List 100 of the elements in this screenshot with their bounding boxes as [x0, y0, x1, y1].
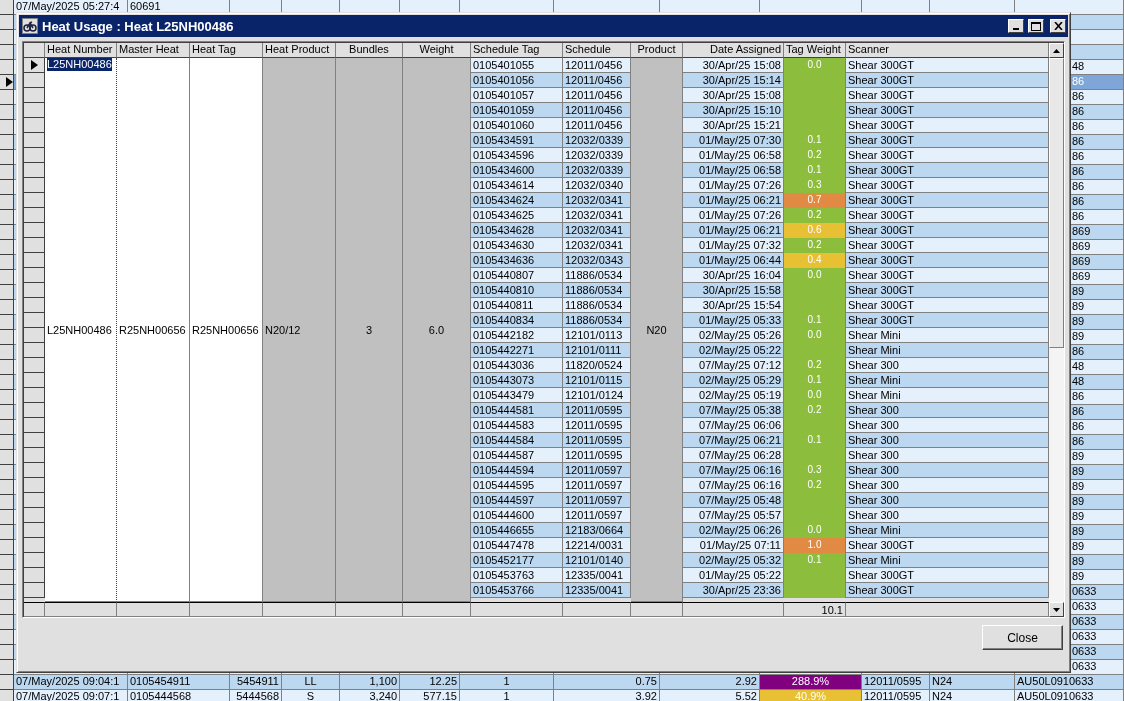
column-header[interactable]: Bundles — [336, 43, 403, 58]
row-header[interactable] — [0, 240, 14, 255]
column-header[interactable]: Weight — [403, 43, 471, 58]
row-header[interactable] — [0, 660, 14, 675]
row-header[interactable] — [0, 480, 14, 495]
row-header[interactable] — [24, 313, 45, 328]
row-header[interactable] — [0, 285, 14, 300]
scrollbar[interactable] — [1049, 43, 1064, 617]
row-header[interactable] — [24, 373, 45, 388]
row-header[interactable] — [0, 540, 14, 555]
row-header[interactable] — [24, 133, 45, 148]
row-header[interactable] — [24, 178, 45, 193]
row-header[interactable] — [24, 568, 45, 583]
scroll-down-button[interactable] — [1049, 602, 1064, 617]
row-header[interactable] — [0, 60, 14, 75]
row-header[interactable] — [0, 330, 14, 345]
row-header[interactable] — [0, 120, 14, 135]
row-header[interactable] — [0, 255, 14, 270]
row-header[interactable] — [0, 360, 14, 375]
row-header[interactable] — [0, 150, 14, 165]
row-header[interactable] — [24, 583, 45, 598]
close-button[interactable] — [1050, 19, 1066, 33]
row-header[interactable] — [24, 463, 45, 478]
row-header[interactable] — [24, 433, 45, 448]
row-header[interactable] — [24, 58, 45, 73]
row-header[interactable] — [24, 328, 45, 343]
row-header[interactable] — [0, 510, 14, 525]
row-header[interactable] — [0, 405, 14, 420]
row-header[interactable] — [0, 570, 14, 585]
row-header[interactable] — [0, 435, 14, 450]
row-header[interactable] — [0, 195, 14, 210]
row-header[interactable] — [0, 105, 14, 120]
scroll-up-button[interactable] — [1049, 43, 1064, 58]
column-header[interactable]: Date Assigned — [683, 43, 784, 58]
row-header[interactable] — [0, 45, 14, 60]
minimize-button[interactable] — [1008, 19, 1024, 33]
row-header[interactable] — [0, 585, 14, 600]
row-header[interactable] — [0, 315, 14, 330]
row-header[interactable] — [0, 495, 14, 510]
row-header[interactable] — [0, 75, 14, 90]
row-header[interactable] — [0, 90, 14, 105]
row-header[interactable] — [24, 523, 45, 538]
row-header[interactable] — [0, 165, 14, 180]
row-header[interactable] — [24, 478, 45, 493]
row-header[interactable] — [0, 690, 14, 701]
row-header[interactable] — [0, 180, 14, 195]
row-header[interactable] — [0, 645, 14, 660]
row-header[interactable] — [24, 508, 45, 523]
row-header[interactable] — [0, 420, 14, 435]
column-header[interactable]: Heat Tag — [190, 43, 263, 58]
row-header[interactable] — [24, 343, 45, 358]
row-header[interactable] — [24, 208, 45, 223]
row-header[interactable] — [0, 600, 14, 615]
maximize-button[interactable] — [1028, 19, 1044, 33]
row-header[interactable] — [0, 375, 14, 390]
close-dialog-button[interactable]: Close — [982, 625, 1063, 650]
row-header[interactable] — [24, 283, 45, 298]
row-header[interactable] — [0, 525, 14, 540]
cell-editor[interactable]: L25NH00486 — [47, 58, 112, 71]
row-header[interactable] — [24, 73, 45, 88]
row-header[interactable] — [24, 448, 45, 463]
column-header[interactable]: Master Heat — [117, 43, 190, 58]
row-header[interactable] — [24, 223, 45, 238]
row-header[interactable] — [0, 225, 14, 240]
row-header[interactable] — [0, 555, 14, 570]
column-header[interactable]: Schedule — [563, 43, 631, 58]
row-header[interactable] — [24, 553, 45, 568]
row-header[interactable] — [0, 30, 14, 45]
row-header[interactable] — [24, 493, 45, 508]
row-header[interactable] — [24, 118, 45, 133]
column-header[interactable]: Schedule Tag — [471, 43, 563, 58]
table-row[interactable]: 07/May/2025 09:04:1 0105454911 5454911 LL 1,100 12.25 1 0.75 2.92 288.9% 12011/0595 N24 AU50L0910633 — [0, 675, 1124, 690]
row-header[interactable] — [24, 103, 45, 118]
row-header[interactable] — [0, 270, 14, 285]
row-header[interactable] — [0, 675, 14, 690]
row-header[interactable] — [0, 210, 14, 225]
row-header[interactable] — [0, 0, 14, 15]
column-header[interactable]: Tag Weight — [784, 43, 846, 58]
row-header[interactable] — [24, 358, 45, 373]
row-header[interactable] — [0, 615, 14, 630]
row-header[interactable] — [0, 300, 14, 315]
row-header[interactable] — [24, 193, 45, 208]
column-header[interactable]: Scanner — [846, 43, 1049, 58]
row-header[interactable] — [0, 345, 14, 360]
row-header[interactable] — [24, 388, 45, 403]
row-header[interactable] — [24, 418, 45, 433]
row-header[interactable] — [24, 88, 45, 103]
row-header[interactable] — [24, 538, 45, 553]
row-header[interactable] — [24, 268, 45, 283]
row-header[interactable] — [0, 465, 14, 480]
column-header[interactable]: Heat Number — [45, 43, 117, 58]
column-header[interactable]: Heat Product — [263, 43, 336, 58]
row-header[interactable] — [24, 148, 45, 163]
row-header[interactable] — [0, 450, 14, 465]
row-header[interactable] — [0, 630, 14, 645]
row-header[interactable] — [24, 163, 45, 178]
row-header[interactable] — [24, 298, 45, 313]
row-header[interactable] — [0, 15, 14, 30]
row-header[interactable] — [0, 390, 14, 405]
scrollbar-thumb[interactable] — [1049, 58, 1064, 348]
